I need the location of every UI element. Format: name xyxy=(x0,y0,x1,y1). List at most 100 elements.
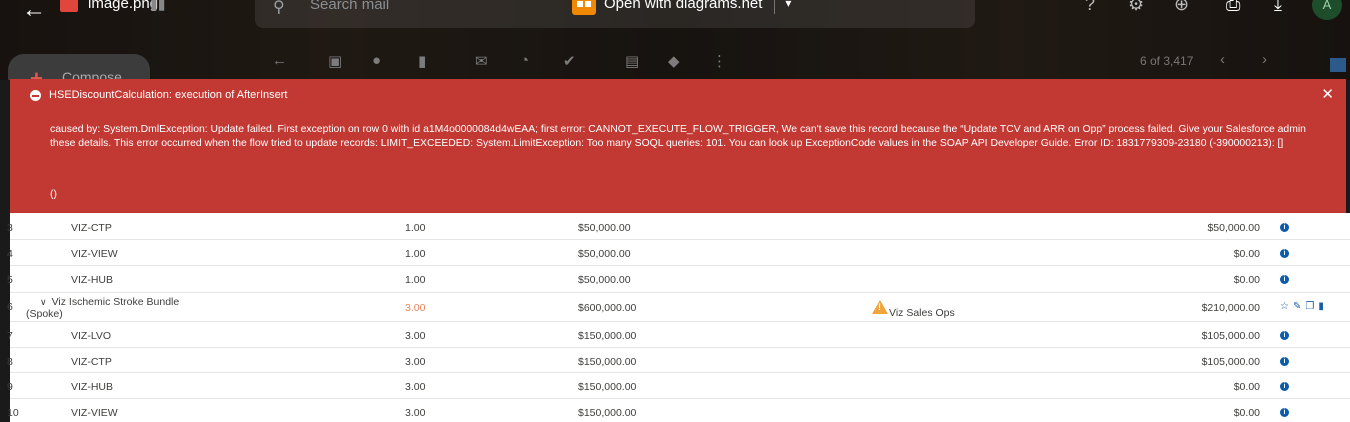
row-actions: i xyxy=(1280,223,1289,232)
row-number: 8 xyxy=(7,356,13,368)
label-icon[interactable]: ◆ xyxy=(668,52,680,70)
prev-message-icon[interactable]: ‹ xyxy=(1220,51,1225,68)
list-price: $150,000.00 xyxy=(578,381,637,393)
error-braces: () xyxy=(50,189,57,200)
copy-icon[interactable]: ❐ xyxy=(1305,302,1314,312)
net-total: $105,000.00 xyxy=(1201,330,1260,342)
wrench-icon[interactable]: ✎ xyxy=(1293,302,1301,312)
info-icon[interactable]: i xyxy=(1280,331,1289,340)
list-price: $50,000.00 xyxy=(578,222,631,234)
side-panel-icon[interactable] xyxy=(1330,58,1346,72)
plus-icon: + xyxy=(30,66,43,80)
info-icon[interactable]: i xyxy=(1280,275,1289,284)
list-price: $600,000.00 xyxy=(578,302,637,314)
diagrams-net-icon xyxy=(572,0,596,15)
row-actions: ☆ ✎ ❐ ▮ xyxy=(1280,302,1324,312)
info-icon[interactable]: i xyxy=(1280,382,1289,391)
avatar[interactable]: A xyxy=(1312,0,1342,20)
add-task-icon[interactable]: ✔ xyxy=(563,52,576,70)
row-actions: i xyxy=(1280,249,1289,258)
quantity: 3.00 xyxy=(405,356,426,368)
download-icon[interactable]: ⤓ xyxy=(1274,0,1282,15)
list-price: $150,000.00 xyxy=(578,356,637,368)
archive-icon[interactable]: ▣ xyxy=(328,52,342,70)
open-with-button[interactable]: Open with diagrams.net ▾ xyxy=(572,0,791,16)
chevron-down-icon[interactable]: ▾ xyxy=(785,0,791,10)
quantity: 1.00 xyxy=(405,222,426,234)
search-input[interactable] xyxy=(310,0,550,13)
bundle-name-line1: Viz Ischemic Stroke Bundle xyxy=(51,296,180,308)
compose-button[interactable]: + Compose xyxy=(8,54,150,80)
table-row-bundle[interactable]: 6 ∨ Viz Ischemic Stroke Bundle (Spoke) 3.… xyxy=(7,293,1350,322)
close-icon[interactable]: ✕ xyxy=(1321,85,1334,103)
delete-icon[interactable]: ▮ xyxy=(418,52,426,70)
mail-toolbar: ← ▣ ● ▮ ✉ ◔ ✔ ▤ ◆ ⋮ 6 of 3,417 ‹ › xyxy=(0,46,1350,76)
open-with-divider xyxy=(774,0,776,14)
snooze-icon[interactable]: ◔ xyxy=(520,52,529,69)
owner-name: Viz Sales Ops xyxy=(889,307,955,319)
info-icon[interactable]: i xyxy=(1280,408,1289,417)
product-name: VIZ-LVO xyxy=(71,330,112,342)
row-number: 4 xyxy=(7,248,13,260)
next-message-icon[interactable]: › xyxy=(1262,51,1267,68)
table-row[interactable]: 3 VIZ-CTP 1.00 $50,000.00 $50,000.00 i xyxy=(7,213,1350,240)
gmail-icon: ▮▮ xyxy=(150,0,166,12)
table-row[interactable]: 8 VIZ-CTP 3.00 $150,000.00 $105,000.00 i xyxy=(7,348,1350,373)
net-total: $0.00 xyxy=(1233,407,1260,419)
product-name: VIZ-CTP xyxy=(71,356,112,368)
owner: Viz Sales Ops xyxy=(872,300,955,319)
warning-icon xyxy=(872,300,888,314)
quantity: 3.00 xyxy=(405,407,426,419)
trash-icon[interactable]: ▮ xyxy=(1318,302,1324,312)
open-with-label: Open with diagrams.net xyxy=(604,0,763,12)
info-icon[interactable]: i xyxy=(1280,357,1289,366)
quote-line-table: 3 VIZ-CTP 1.00 $50,000.00 $50,000.00 i 4… xyxy=(7,213,1350,422)
row-number: 3 xyxy=(7,222,13,234)
row-actions: i xyxy=(1280,275,1289,284)
error-title: HSEDiscountCalculation: execution of Aft… xyxy=(49,89,288,101)
info-icon[interactable]: i xyxy=(1280,249,1289,258)
row-number: 9 xyxy=(7,381,13,393)
table-row[interactable]: 10 VIZ-VIEW 3.00 $150,000.00 $0.00 i xyxy=(7,399,1350,422)
table-row[interactable]: 5 VIZ-HUB 1.00 $50,000.00 $0.00 i xyxy=(7,266,1350,293)
message-count: 6 of 3,417 xyxy=(1140,54,1194,68)
bundle-name-line2: (Spoke) xyxy=(26,308,63,320)
product-name: VIZ-VIEW xyxy=(71,407,118,419)
search-icon[interactable]: ⚲ xyxy=(273,0,285,17)
quantity: 3.00 xyxy=(405,381,426,393)
more-icon[interactable]: ⋮ xyxy=(712,52,727,70)
net-total: $210,000.00 xyxy=(1201,302,1260,314)
net-total: $0.00 xyxy=(1233,248,1260,260)
row-number: 5 xyxy=(7,274,13,286)
error-toast: HSEDiscountCalculation: execution of Aft… xyxy=(10,79,1346,213)
star-icon[interactable]: ☆ xyxy=(1280,302,1289,312)
image-file-icon xyxy=(60,0,78,12)
back-icon[interactable]: ← xyxy=(272,52,287,69)
add-to-drive-icon[interactable]: ⊕ xyxy=(1174,0,1189,15)
product-name: VIZ-HUB xyxy=(71,274,113,286)
row-number: 10 xyxy=(7,407,19,419)
net-total: $0.00 xyxy=(1233,274,1260,286)
quantity: 1.00 xyxy=(405,274,426,286)
row-actions: i xyxy=(1280,408,1289,417)
help-icon[interactable]: ? xyxy=(1085,0,1095,15)
move-to-icon[interactable]: ▤ xyxy=(625,52,639,70)
table-row[interactable]: 4 VIZ-VIEW 1.00 $50,000.00 $0.00 i xyxy=(7,240,1350,266)
mark-unread-icon[interactable]: ✉ xyxy=(475,52,488,70)
row-actions: i xyxy=(1280,357,1289,366)
list-price: $150,000.00 xyxy=(578,407,637,419)
back-arrow-icon[interactable]: ← xyxy=(22,0,46,24)
product-name: VIZ-HUB xyxy=(71,381,113,393)
table-row[interactable]: 9 VIZ-HUB 3.00 $150,000.00 $0.00 i xyxy=(7,373,1350,399)
row-number: 7 xyxy=(7,330,13,342)
table-row[interactable]: 7 VIZ-LVO 3.00 $150,000.00 $105,000.00 i xyxy=(7,322,1350,348)
info-icon[interactable]: i xyxy=(1280,223,1289,232)
print-icon[interactable]: ⎙ xyxy=(1226,0,1240,15)
file-name: image.png xyxy=(88,0,159,12)
product-name: VIZ-VIEW xyxy=(71,248,118,260)
report-spam-icon[interactable]: ● xyxy=(372,52,381,69)
chevron-down-icon[interactable]: ∨ xyxy=(40,297,47,307)
gear-icon[interactable]: ⚙ xyxy=(1128,0,1144,15)
error-detail: caused by: System.DmlException: Update f… xyxy=(50,124,1306,149)
quantity: 3.00 xyxy=(405,330,426,342)
